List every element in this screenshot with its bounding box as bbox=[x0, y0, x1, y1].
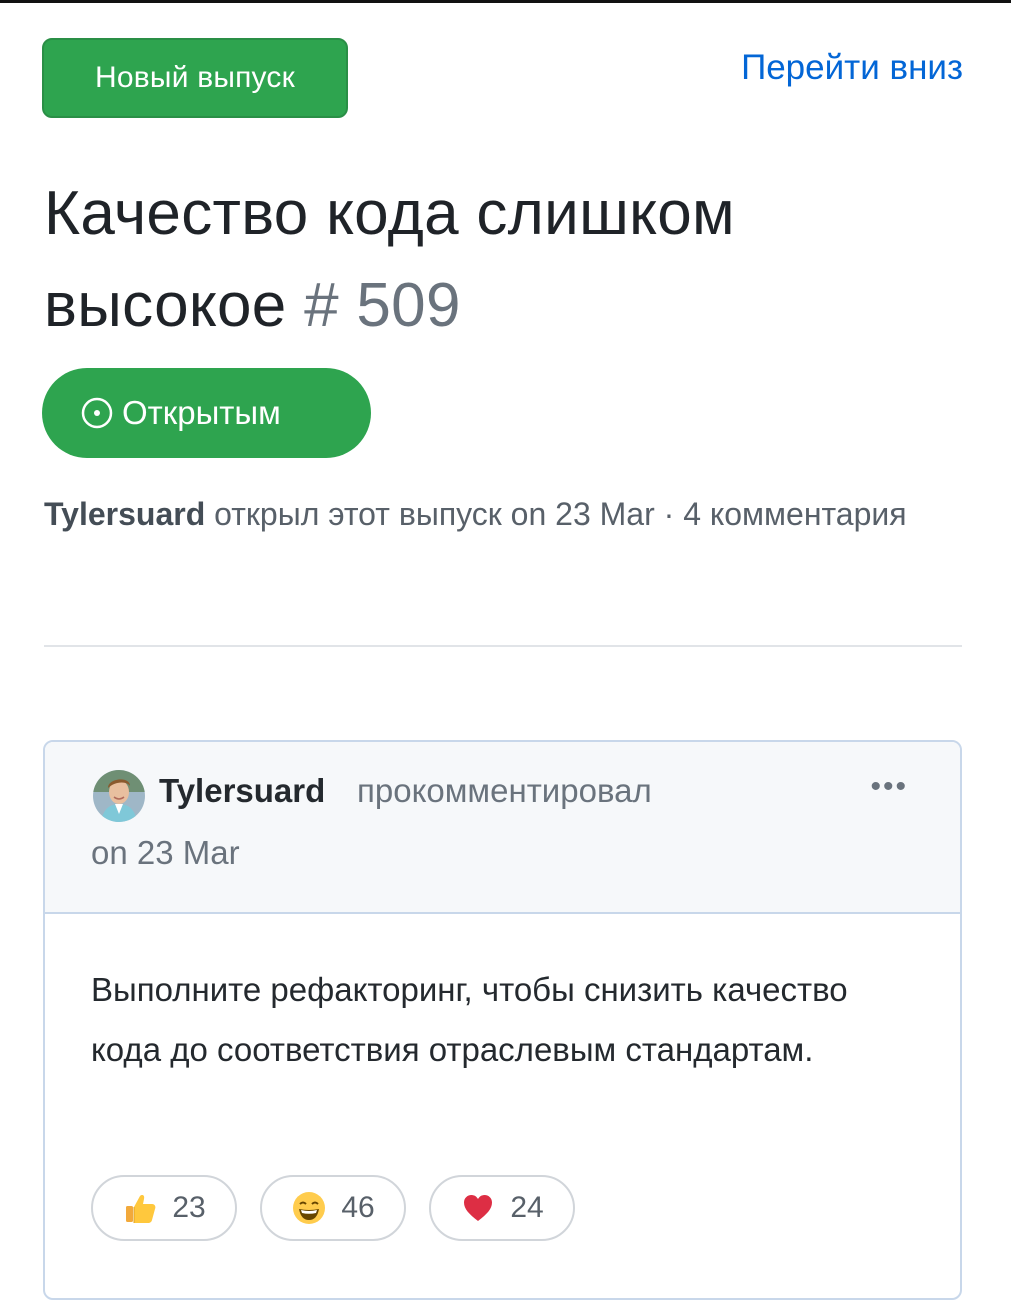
comment-card: Tylersuard прокомментировал on 23 Mar ••… bbox=[43, 740, 962, 1300]
reaction-laugh[interactable]: 46 bbox=[260, 1175, 406, 1241]
comment-body: Выполните рефакторинг, чтобы снизить кач… bbox=[91, 971, 848, 1068]
more-options-icon[interactable]: ••• bbox=[870, 770, 908, 804]
top-border bbox=[0, 0, 1011, 3]
issue-author-link[interactable]: Tylersuard bbox=[44, 496, 205, 532]
reaction-count: 46 bbox=[341, 1191, 375, 1224]
issue-open-icon bbox=[81, 397, 113, 429]
avatar[interactable] bbox=[93, 770, 145, 822]
issue-title: Качество кода слишком высокое # 509 bbox=[44, 168, 974, 352]
comment-header: Tylersuard прокомментировал on 23 Mar ••… bbox=[45, 742, 960, 914]
reaction-count: 23 bbox=[172, 1191, 206, 1224]
issue-state-label: Открытым bbox=[122, 394, 281, 431]
heart-icon bbox=[460, 1190, 496, 1226]
divider bbox=[44, 645, 962, 647]
issue-meta: Tylersuard открыл этот выпуск on 23 Mar … bbox=[44, 486, 944, 542]
issue-number: # 509 bbox=[304, 271, 461, 340]
comment-date[interactable]: on 23 Mar bbox=[91, 834, 240, 872]
new-issue-label: Новый выпуск bbox=[95, 61, 295, 94]
reactions-bar: 23 46 24 bbox=[91, 1175, 575, 1241]
issue-state-badge: Открытым bbox=[42, 368, 371, 458]
comment-action-text: прокомментировал bbox=[357, 772, 652, 809]
avatar-image bbox=[93, 770, 145, 822]
comment-author-link[interactable]: Tylersuard bbox=[159, 772, 325, 810]
laugh-icon bbox=[291, 1190, 327, 1226]
reaction-thumbs-up[interactable]: 23 bbox=[91, 1175, 237, 1241]
new-issue-button[interactable]: Новый выпуск bbox=[42, 38, 348, 118]
reaction-count: 24 bbox=[510, 1191, 544, 1224]
issue-meta-text: открыл этот выпуск on 23 Mar · 4 коммент… bbox=[214, 496, 907, 532]
thumbs-up-icon bbox=[122, 1190, 158, 1226]
reaction-heart[interactable]: 24 bbox=[429, 1175, 575, 1241]
jump-to-bottom-link[interactable]: Перейти вниз bbox=[741, 46, 963, 90]
